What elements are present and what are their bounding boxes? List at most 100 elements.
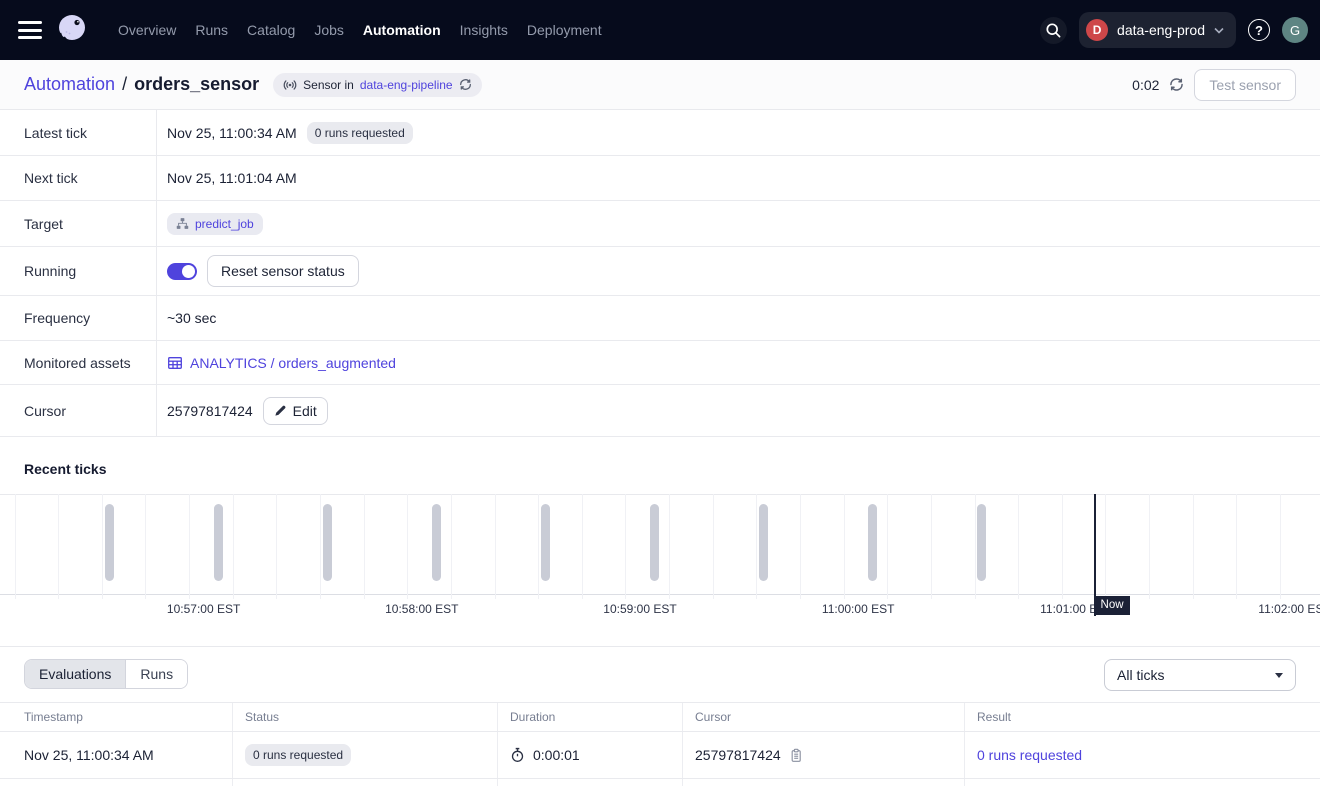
nav-catalog[interactable]: Catalog <box>247 22 295 38</box>
tick-bar[interactable] <box>432 504 441 581</box>
latest-tick-time: Nov 25, 11:00:34 AM <box>167 125 297 141</box>
tick-bar[interactable] <box>323 504 332 581</box>
chevron-down-icon <box>1214 27 1224 34</box>
row-monitored-assets: Monitored assets ANALYTICS / orders_augm… <box>0 341 1320 385</box>
timeline-gridline <box>145 494 146 599</box>
nav-jobs[interactable]: Jobs <box>314 22 344 38</box>
refresh-countdown: 0:02 <box>1132 77 1159 93</box>
nav-runs[interactable]: Runs <box>195 22 228 38</box>
row-label: Cursor <box>0 403 156 419</box>
tick-bar[interactable] <box>105 504 114 581</box>
row-label: Monitored assets <box>0 355 156 371</box>
page-title: orders_sensor <box>134 74 259 95</box>
next-tick-time: Nov 25, 11:01:04 AM <box>167 170 297 186</box>
tick-bar[interactable] <box>977 504 986 581</box>
cell-status-badge: 0 runs requested <box>245 744 351 766</box>
timeline-gridline <box>233 494 234 599</box>
row-label: Next tick <box>0 170 156 186</box>
breadcrumb-separator: / <box>122 74 127 95</box>
job-icon <box>176 217 189 230</box>
tick-bar[interactable] <box>214 504 223 581</box>
axis-time-label: 10:59:00 EST <box>603 602 676 616</box>
search-button[interactable] <box>1040 17 1067 44</box>
cell-result-link[interactable]: 0 runs requested <box>977 747 1082 763</box>
monitored-asset-link[interactable]: ANALYTICS / orders_augmented <box>167 355 396 371</box>
nav-insights[interactable]: Insights <box>460 22 508 38</box>
row-latest-tick: Latest tick Nov 25, 11:00:34 AM 0 runs r… <box>0 110 1320 156</box>
main-nav: Overview Runs Catalog Jobs Automation In… <box>118 22 602 38</box>
tab-runs[interactable]: Runs <box>125 660 187 688</box>
help-button[interactable]: ? <box>1248 19 1270 41</box>
col-timestamp: Timestamp <box>0 703 232 731</box>
timeline-gridline <box>1280 494 1281 599</box>
timeline-gridline <box>320 494 321 599</box>
reload-repo-icon[interactable] <box>459 78 472 91</box>
timeline-plot-area <box>0 494 1320 595</box>
cursor-value: 25797817424 <box>167 403 253 419</box>
tick-bar[interactable] <box>759 504 768 581</box>
evaluations-table: Timestamp Status Duration Cursor Result … <box>0 702 1320 786</box>
top-navigation-bar: Overview Runs Catalog Jobs Automation In… <box>0 0 1320 60</box>
col-result: Result <box>964 703 1320 731</box>
timeline-gridline <box>887 494 888 599</box>
nav-automation[interactable]: Automation <box>363 22 441 38</box>
timeline-gridline <box>975 494 976 599</box>
cell-duration: 0:00:01 <box>533 747 580 763</box>
timeline-gridline <box>1236 494 1237 599</box>
tick-bar[interactable] <box>541 504 550 581</box>
search-icon <box>1045 22 1062 39</box>
running-toggle[interactable] <box>167 263 197 280</box>
tick-filter-select[interactable]: All ticks <box>1104 659 1296 691</box>
timeline-gridline <box>713 494 714 599</box>
nav-deployment[interactable]: Deployment <box>527 22 602 38</box>
target-job-pill[interactable]: predict_job <box>167 213 263 235</box>
stopwatch-icon <box>510 747 525 763</box>
timeline-gridline <box>1193 494 1194 599</box>
ticks-tab-group: Evaluations Runs <box>24 659 188 689</box>
cell-cursor: 25797817424 <box>695 747 781 763</box>
asset-table-icon <box>167 355 183 371</box>
edit-cursor-button[interactable]: Edit <box>263 397 328 425</box>
timeline-gridline <box>15 494 16 599</box>
timeline-gridline <box>931 494 932 599</box>
row-target: Target predict_job <box>0 201 1320 247</box>
ticks-toolbar: Evaluations Runs All ticks <box>0 646 1320 702</box>
caret-down-icon <box>1275 673 1283 678</box>
timeline-gridline <box>102 494 103 599</box>
user-avatar[interactable]: G <box>1282 17 1308 43</box>
timeline-gridline <box>189 494 190 599</box>
tick-bar[interactable] <box>650 504 659 581</box>
row-label: Frequency <box>0 310 156 326</box>
repo-link[interactable]: data-eng-pipeline <box>360 78 453 92</box>
col-status: Status <box>232 703 497 731</box>
timeline-gridline <box>276 494 277 599</box>
page-header: Automation / orders_sensor Sensor in dat… <box>0 60 1320 110</box>
ticks-timeline-chart: 10:57:00 EST10:58:00 EST10:59:00 EST11:0… <box>0 494 1320 646</box>
axis-time-label: 10:58:00 EST <box>385 602 458 616</box>
workspace-switcher[interactable]: D data-eng-prod <box>1079 12 1236 48</box>
latest-tick-status-badge: 0 runs requested <box>307 122 413 144</box>
tab-evaluations[interactable]: Evaluations <box>25 660 125 688</box>
copy-clipboard-icon[interactable] <box>789 748 803 763</box>
pencil-icon <box>274 404 287 417</box>
row-label: Target <box>0 216 156 232</box>
nav-overview[interactable]: Overview <box>118 22 176 38</box>
timeline-gridline <box>669 494 670 599</box>
timeline-gridline <box>844 494 845 599</box>
monitored-asset-path: ANALYTICS / orders_augmented <box>190 355 396 371</box>
recent-ticks-heading: Recent ticks <box>0 437 1320 494</box>
breadcrumb-automation-link[interactable]: Automation <box>24 74 115 95</box>
col-cursor: Cursor <box>682 703 964 731</box>
sensor-icon <box>283 78 297 92</box>
test-sensor-button[interactable]: Test sensor <box>1194 69 1296 101</box>
timeline-gridline <box>451 494 452 599</box>
timeline-gridline <box>756 494 757 599</box>
timeline-gridline <box>625 494 626 599</box>
tick-bar[interactable] <box>868 504 877 581</box>
dagster-logo-icon[interactable] <box>54 11 92 49</box>
refresh-icon[interactable] <box>1169 77 1184 92</box>
axis-time-label: 11:00:00 EST <box>822 602 895 616</box>
sensor-badge-text: Sensor in <box>303 78 354 92</box>
reset-sensor-status-button[interactable]: Reset sensor status <box>207 255 359 287</box>
hamburger-menu-icon[interactable] <box>18 21 42 39</box>
